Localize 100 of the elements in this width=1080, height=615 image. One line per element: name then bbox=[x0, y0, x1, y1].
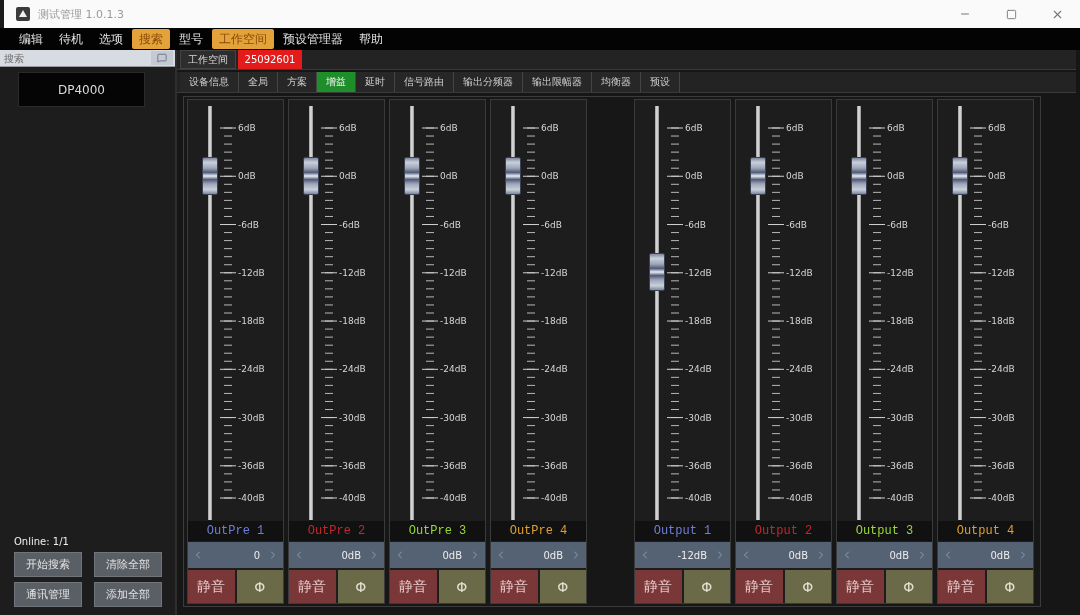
gain-value-field[interactable]: 0dB bbox=[407, 549, 468, 561]
menu-item[interactable]: 搜索 bbox=[132, 29, 170, 49]
tab[interactable]: 输出限幅器 bbox=[523, 72, 592, 92]
scale-label: -36dB bbox=[440, 459, 467, 472]
device-item[interactable]: DP4000 bbox=[18, 72, 145, 107]
fader-thumb[interactable] bbox=[851, 157, 867, 196]
sidebar-button[interactable]: 清除全部 bbox=[94, 552, 162, 577]
scale-label: -6dB bbox=[988, 218, 1009, 231]
app-logo-icon bbox=[16, 7, 30, 21]
scale-label: -24dB bbox=[238, 363, 265, 376]
scale-label: -6dB bbox=[238, 218, 259, 231]
phase-button[interactable]: Φ bbox=[986, 570, 1033, 603]
scale-label: -36dB bbox=[887, 459, 914, 472]
fader-thumb[interactable] bbox=[303, 157, 319, 196]
phase-button[interactable]: Φ bbox=[784, 570, 831, 603]
scale-label: -6dB bbox=[440, 218, 461, 231]
fader-thumb[interactable] bbox=[952, 157, 968, 196]
tab[interactable]: 均衡器 bbox=[592, 72, 641, 92]
scale-label: 0dB bbox=[339, 170, 357, 183]
gain-value-field[interactable]: -12dB bbox=[652, 549, 713, 561]
mute-button[interactable]: 静音 bbox=[635, 570, 682, 603]
scale-label: -24dB bbox=[786, 363, 813, 376]
phase-button[interactable]: Φ bbox=[337, 570, 384, 603]
gain-value-field[interactable]: 0 bbox=[205, 549, 266, 561]
fader-thumb[interactable] bbox=[750, 157, 766, 196]
menu-item[interactable]: 选项 bbox=[92, 29, 130, 49]
scale-label: -36dB bbox=[988, 459, 1015, 472]
phase-button[interactable]: Φ bbox=[539, 570, 586, 603]
phase-button[interactable]: Φ bbox=[885, 570, 932, 603]
scale-label: -12dB bbox=[685, 266, 712, 279]
workspace-label: 工作空间 bbox=[180, 50, 236, 69]
tab[interactable]: 预设 bbox=[641, 72, 680, 92]
channel-name: Output 2 bbox=[736, 521, 831, 541]
scale-label: -6dB bbox=[786, 218, 807, 231]
scale-label: -36dB bbox=[685, 459, 712, 472]
scale-label: -18dB bbox=[786, 315, 813, 328]
scale-label: -24dB bbox=[685, 363, 712, 376]
scale-label: -36dB bbox=[339, 459, 366, 472]
tab[interactable]: 全局 bbox=[239, 72, 278, 92]
tab[interactable]: 输出分频器 bbox=[454, 72, 523, 92]
scale-label: -12dB bbox=[440, 266, 467, 279]
fader-thumb[interactable] bbox=[202, 157, 218, 196]
gain-value-field[interactable]: 0dB bbox=[306, 549, 367, 561]
tab[interactable]: 增益 bbox=[317, 72, 356, 92]
mute-button[interactable]: 静音 bbox=[938, 570, 985, 603]
sidebar-button[interactable]: 开始搜索 bbox=[14, 552, 82, 577]
scale-label: -40dB bbox=[339, 492, 366, 504]
tab[interactable]: 延时 bbox=[356, 72, 395, 92]
sidebar-button[interactable]: 通讯管理 bbox=[14, 582, 82, 607]
phase-button[interactable]: Φ bbox=[236, 570, 283, 603]
mute-button[interactable]: 静音 bbox=[837, 570, 884, 603]
mute-button[interactable]: 静音 bbox=[736, 570, 783, 603]
menu-item[interactable]: 帮助 bbox=[352, 29, 390, 49]
menu-item[interactable]: 工作空间 bbox=[212, 29, 274, 49]
channel-name: OutPre 4 bbox=[491, 521, 586, 541]
sidebar-button[interactable]: 添加全部 bbox=[94, 582, 162, 607]
scale-label: 0dB bbox=[988, 170, 1006, 183]
tab[interactable]: 设备信息 bbox=[180, 72, 239, 92]
gain-value-field[interactable]: 0dB bbox=[753, 549, 814, 561]
channel-name: Output 1 bbox=[635, 521, 730, 541]
window-title: 测试管理 1.0.1.3 bbox=[38, 6, 124, 22]
mute-button[interactable]: 静音 bbox=[289, 570, 336, 603]
gain-value-field[interactable]: 0dB bbox=[854, 549, 915, 561]
menu-item[interactable]: 待机 bbox=[52, 29, 90, 49]
scale-label: -18dB bbox=[541, 315, 568, 328]
mute-button[interactable]: 静音 bbox=[188, 570, 235, 603]
workspace-tag[interactable]: 25092601 bbox=[238, 50, 302, 69]
search-box[interactable]: 搜索 bbox=[0, 50, 175, 67]
phase-button[interactable]: Φ bbox=[438, 570, 485, 603]
scale-label: 6dB bbox=[440, 122, 458, 134]
menu-item[interactable]: 型号 bbox=[172, 29, 210, 49]
scale-label: -12dB bbox=[887, 266, 914, 279]
search-button[interactable] bbox=[151, 51, 173, 65]
scale-label: 0dB bbox=[541, 170, 559, 183]
scale-label: -36dB bbox=[238, 459, 265, 472]
scale-label: -24dB bbox=[988, 363, 1015, 376]
mute-button[interactable]: 静音 bbox=[491, 570, 538, 603]
phase-button[interactable]: Φ bbox=[683, 570, 730, 603]
fader-thumb[interactable] bbox=[649, 253, 665, 292]
fader-thumb[interactable] bbox=[505, 157, 521, 196]
mute-button[interactable]: 静音 bbox=[390, 570, 437, 603]
scale-label: -30dB bbox=[541, 411, 568, 424]
scale-label: 6dB bbox=[887, 122, 905, 134]
scale-label: -40dB bbox=[988, 492, 1015, 504]
tab[interactable]: 信号路由 bbox=[395, 72, 454, 92]
scale-label: -40dB bbox=[685, 492, 712, 504]
gain-value-field[interactable]: 0dB bbox=[508, 549, 569, 561]
search-field[interactable]: 搜索 bbox=[0, 50, 151, 66]
scale-label: -24dB bbox=[339, 363, 366, 376]
scale-label: -18dB bbox=[238, 315, 265, 328]
scale-label: 6dB bbox=[238, 122, 256, 134]
fader-thumb[interactable] bbox=[404, 157, 420, 196]
menu-item[interactable]: 编辑 bbox=[12, 29, 50, 49]
gain-value-field[interactable]: 0dB bbox=[955, 549, 1016, 561]
scale-label: 0dB bbox=[786, 170, 804, 183]
scale-label: -12dB bbox=[988, 266, 1015, 279]
menu-item[interactable]: 预设管理器 bbox=[276, 29, 350, 49]
scale-label: -40dB bbox=[541, 492, 568, 504]
chat-bubble-icon bbox=[157, 53, 167, 63]
tab[interactable]: 方案 bbox=[278, 72, 317, 92]
